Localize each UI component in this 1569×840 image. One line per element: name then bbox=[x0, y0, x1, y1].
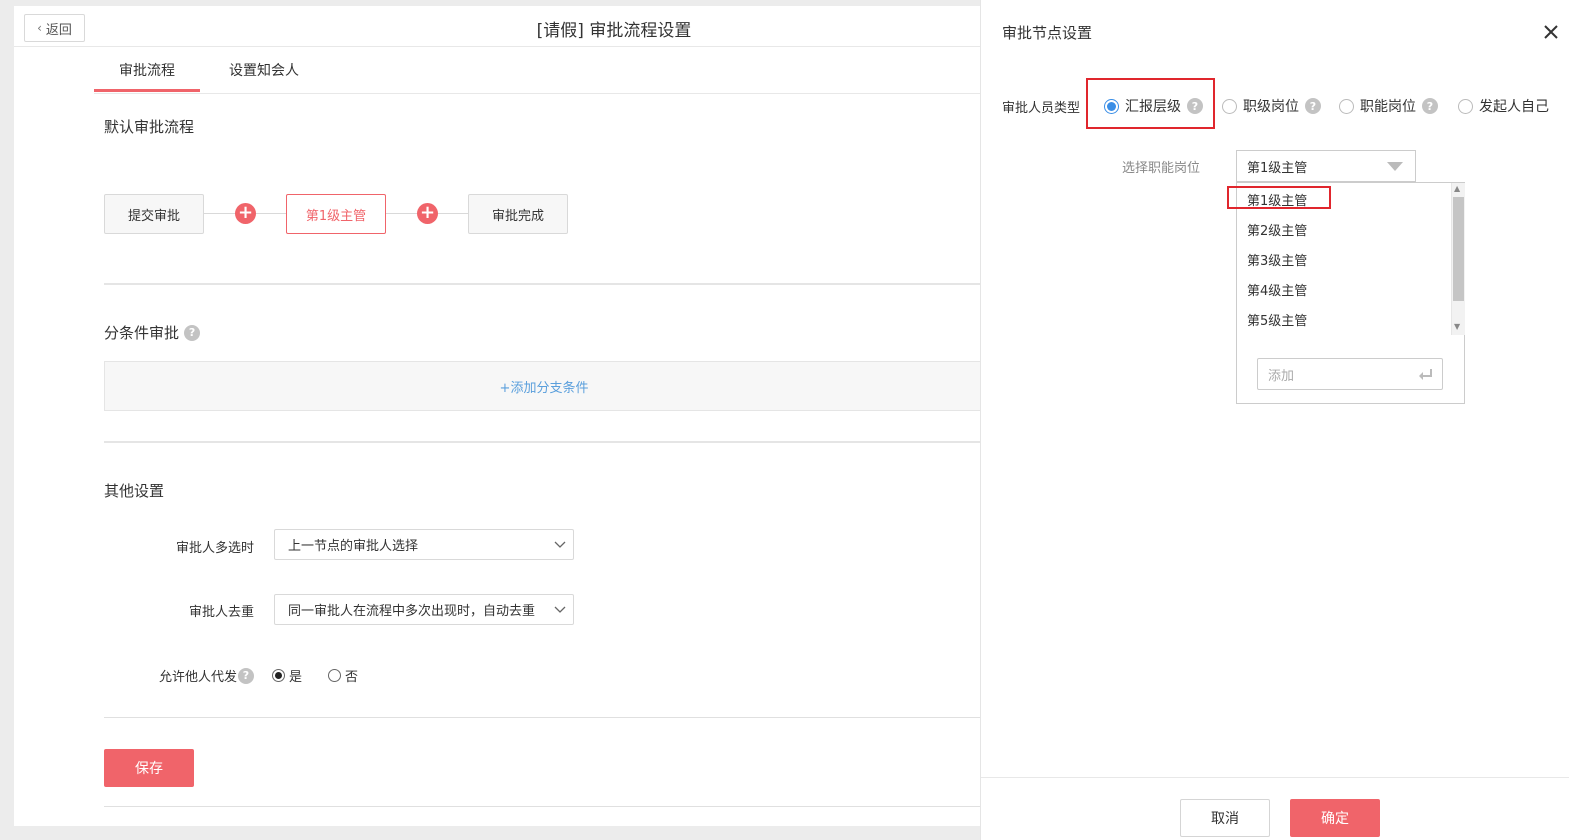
flow-node-submit[interactable]: 提交审批 bbox=[104, 194, 204, 234]
proxy-yes-label: 是 bbox=[289, 670, 303, 685]
save-button[interactable]: 保存 bbox=[104, 749, 194, 787]
radio-unchecked-icon bbox=[1222, 98, 1237, 114]
drawer-footer-divider bbox=[981, 777, 1569, 778]
approver-type-option-label: 职能岗位 bbox=[1360, 99, 1416, 115]
dropdown-option[interactable]: 第4级主管 bbox=[1247, 280, 1307, 299]
flow-node-level1-manager[interactable]: 第1级主管 bbox=[286, 194, 386, 234]
branch-condition-box: +添加分支条件 bbox=[104, 361, 984, 411]
radio-checked-icon bbox=[272, 669, 285, 682]
approval-node-settings-drawer: 审批节点设置 审批人员类型 汇报层级 ? 职级岗位 ? 职能岗位 ? 发起人自己… bbox=[980, 0, 1569, 840]
multi-approver-value: 上一节点的审批人选择 bbox=[288, 539, 419, 554]
help-icon[interactable]: ? bbox=[1305, 98, 1321, 114]
tab-notify-people[interactable]: 设置知会人 bbox=[229, 60, 299, 80]
approver-type-initiator[interactable]: 发起人自己 bbox=[1458, 96, 1549, 116]
position-select[interactable]: 第1级主管 bbox=[1236, 150, 1416, 182]
radio-unchecked-icon bbox=[328, 669, 341, 682]
approver-type-option-label: 发起人自己 bbox=[1479, 99, 1549, 115]
dedup-select[interactable]: 同一审批人在流程中多次出现时，自动去重 bbox=[274, 594, 574, 625]
cancel-button[interactable]: 取消 bbox=[1180, 799, 1270, 837]
scrollbar-thumb[interactable] bbox=[1453, 197, 1464, 301]
highlight-box bbox=[1227, 186, 1331, 209]
approver-type-label: 审批人员类型 bbox=[1002, 101, 1081, 116]
section-divider bbox=[104, 806, 980, 807]
approver-type-option-label: 职级岗位 bbox=[1243, 99, 1299, 115]
main-panel: ‹ 返回 [请假] 审批流程设置 审批流程 设置知会人 默认审批流程 提交审批 … bbox=[14, 6, 984, 826]
dedup-value: 同一审批人在流程中多次出现时，自动去重 bbox=[288, 604, 536, 619]
header-divider bbox=[14, 46, 980, 47]
dropdown-option[interactable]: 第3级主管 bbox=[1247, 250, 1307, 269]
help-icon[interactable]: ? bbox=[184, 324, 201, 341]
tabs-divider bbox=[94, 93, 980, 94]
active-tab-indicator bbox=[94, 89, 200, 92]
enter-icon[interactable] bbox=[1416, 367, 1434, 381]
scroll-down-icon[interactable]: ▼ bbox=[1454, 322, 1460, 331]
drawer-title: 审批节点设置 bbox=[1002, 24, 1093, 42]
tab-approval-flow[interactable]: 审批流程 bbox=[119, 60, 175, 80]
chevron-down-icon bbox=[554, 541, 566, 548]
multi-approver-label: 审批人多选时 bbox=[175, 541, 254, 556]
approver-type-rank-position[interactable]: 职级岗位 ? bbox=[1222, 96, 1321, 116]
add-input-placeholder: 添加 bbox=[1268, 368, 1295, 384]
section-divider bbox=[104, 717, 980, 718]
dedup-label: 审批人去重 bbox=[188, 605, 254, 620]
position-select-label: 选择职能岗位 bbox=[1122, 161, 1201, 176]
add-position-input[interactable]: 添加 bbox=[1257, 358, 1443, 390]
dropdown-option[interactable]: 第5级主管 bbox=[1247, 310, 1307, 329]
proxy-radio-no[interactable]: 否 bbox=[328, 666, 358, 685]
proxy-label-text: 允许他人代发 bbox=[158, 670, 237, 685]
help-icon[interactable]: ? bbox=[1422, 98, 1438, 114]
highlight-box bbox=[1086, 78, 1215, 129]
branch-title-text: 分条件审批 bbox=[104, 324, 180, 342]
help-icon[interactable]: ? bbox=[238, 667, 254, 684]
plus-circle-icon[interactable]: + bbox=[235, 203, 256, 224]
plus-circle-icon[interactable]: + bbox=[417, 203, 438, 224]
section-divider bbox=[104, 441, 980, 443]
proxy-radio-yes[interactable]: 是 bbox=[272, 666, 302, 685]
radio-unchecked-icon bbox=[1339, 98, 1354, 114]
approver-type-function-position[interactable]: 职能岗位 ? bbox=[1339, 96, 1438, 116]
close-icon[interactable] bbox=[1541, 22, 1561, 42]
section-divider bbox=[104, 283, 980, 285]
position-select-value: 第1级主管 bbox=[1247, 160, 1308, 176]
position-dropdown: 第1级主管 第2级主管 第3级主管 第4级主管 第5级主管 ▲ ▼ 添加 bbox=[1227, 182, 1465, 404]
radio-unchecked-icon bbox=[1458, 98, 1473, 114]
dropdown-option[interactable]: 第2级主管 bbox=[1247, 220, 1307, 239]
confirm-button[interactable]: 确定 bbox=[1290, 799, 1380, 837]
chevron-down-icon bbox=[554, 606, 566, 613]
section-title-branch: 分条件审批 ? bbox=[104, 322, 201, 343]
scroll-up-icon[interactable]: ▲ bbox=[1454, 184, 1460, 193]
proxy-label: 允许他人代发 ? bbox=[88, 666, 254, 685]
flow-node-complete[interactable]: 审批完成 bbox=[468, 194, 568, 234]
add-branch-condition-link[interactable]: +添加分支条件 bbox=[500, 377, 589, 396]
section-title-other-settings: 其他设置 bbox=[104, 482, 165, 500]
proxy-no-label: 否 bbox=[345, 670, 359, 685]
section-title-default-flow: 默认审批流程 bbox=[104, 118, 195, 136]
caret-down-icon bbox=[1387, 162, 1403, 171]
multi-approver-select[interactable]: 上一节点的审批人选择 bbox=[274, 529, 574, 560]
